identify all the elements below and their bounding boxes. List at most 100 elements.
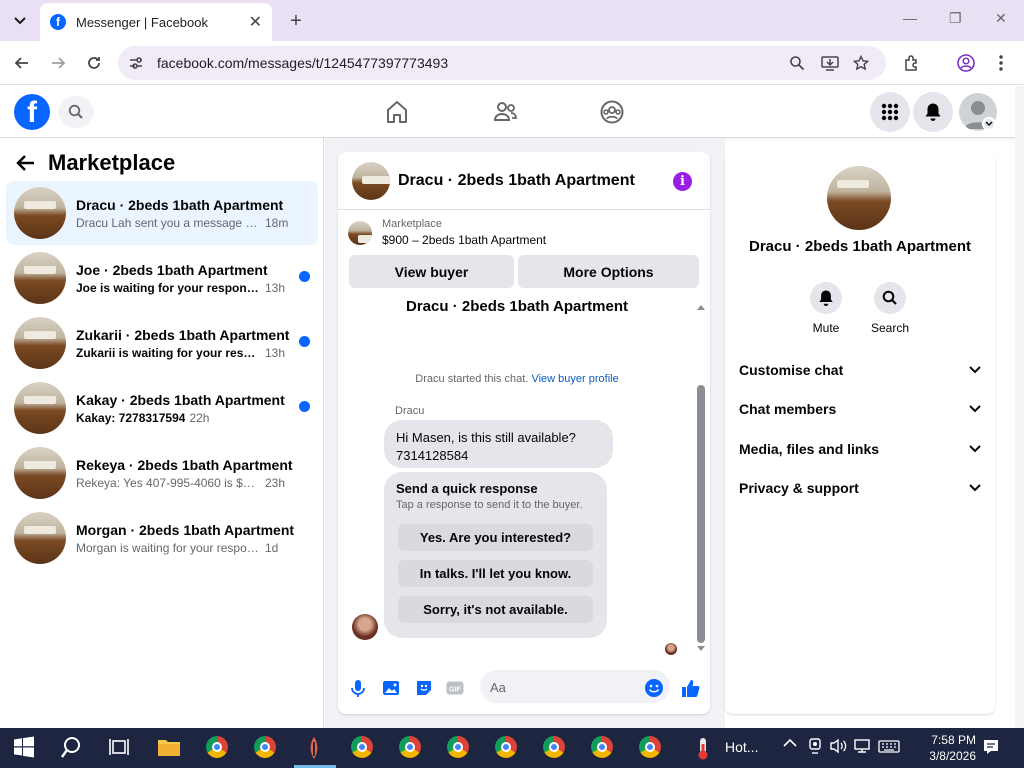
chrome-profile-icon[interactable]: [495, 736, 519, 760]
extensions-icon[interactable]: [903, 54, 921, 72]
quick-response-button[interactable]: Sorry, it's not available.: [398, 596, 593, 623]
chrome-profile-icon[interactable]: [399, 736, 423, 760]
chrome-profile-icon[interactable]: [639, 736, 663, 760]
forward-arrow-icon[interactable]: [47, 52, 69, 74]
close-window-icon[interactable]: ✕: [995, 10, 1007, 27]
notification-center-icon[interactable]: [982, 738, 1000, 756]
privacy-support-section[interactable]: Privacy & support: [739, 480, 981, 496]
weather-text[interactable]: Hot...: [725, 739, 758, 755]
message-input[interactable]: Aa: [480, 670, 670, 703]
conversation-item-rekeya[interactable]: Rekeya · 2beds 1bath Apartment Rekeya: Y…: [6, 441, 318, 505]
conversation-title: Dracu · 2beds 1bath Apartment: [406, 298, 628, 315]
chrome-profile-icon[interactable]: [206, 736, 230, 760]
back-arrow-icon[interactable]: [16, 154, 36, 172]
scroll-up-icon[interactable]: [696, 303, 706, 311]
chrome-profile-icon[interactable]: [351, 736, 375, 760]
app-icon[interactable]: [303, 736, 327, 760]
mute-label: Mute: [812, 321, 840, 335]
sender-name: Dracu: [395, 405, 425, 417]
quick-response-button[interactable]: In talks. I'll let you know.: [398, 560, 593, 587]
chrome-profile-icon[interactable]: [447, 736, 471, 760]
facebook-logo[interactable]: f: [14, 94, 50, 130]
like-thumbs-up-icon[interactable]: [680, 678, 700, 698]
keyboard-icon[interactable]: [878, 738, 900, 754]
page-scrollbar[interactable]: [1015, 86, 1024, 728]
photo-icon[interactable]: [381, 678, 401, 698]
conversation-item-morgan[interactable]: Morgan · 2beds 1bath Apartment Morgan is…: [6, 506, 318, 570]
camera-icon[interactable]: [808, 738, 822, 754]
browser-tab-messenger[interactable]: f Messenger | Facebook ✕: [40, 3, 272, 41]
view-buyer-profile-link[interactable]: View buyer profile: [531, 373, 618, 385]
listing-thumbnail: [14, 317, 66, 369]
conversation-item-joe[interactable]: Joe · 2beds 1bath Apartment Joe is waiti…: [6, 246, 318, 310]
profile-icon[interactable]: [957, 54, 975, 72]
listing-thumbnail: [14, 382, 66, 434]
message-list[interactable]: Dracu · 2beds 1bath Apartment Dracu star…: [338, 298, 710, 658]
file-explorer-icon[interactable]: [157, 736, 181, 760]
menu-grid-button[interactable]: [870, 92, 910, 132]
site-info-icon[interactable]: [128, 55, 144, 71]
listing-source: Marketplace: [382, 218, 442, 230]
quick-response-button[interactable]: Yes. Are you interested?: [398, 524, 593, 551]
minimize-icon[interactable]: —: [903, 10, 917, 26]
show-hidden-icons-chevron-icon[interactable]: [783, 738, 797, 748]
notifications-button[interactable]: [913, 92, 953, 132]
maximize-icon[interactable]: ❐: [949, 10, 962, 27]
chrome-profile-icon[interactable]: [543, 736, 567, 760]
home-icon[interactable]: [384, 99, 410, 125]
thermometer-icon[interactable]: [696, 736, 720, 760]
contact-listing-avatar[interactable]: [827, 166, 891, 230]
facebook-search-button[interactable]: [58, 96, 94, 128]
system-clock[interactable]: 7:58 PM 3/8/2026: [900, 732, 976, 764]
windows-start-icon[interactable]: [13, 736, 37, 760]
friends-icon[interactable]: [492, 99, 518, 125]
message-bubble[interactable]: Hi Masen, is this still available? 73141…: [384, 420, 613, 468]
back-arrow-icon[interactable]: [11, 52, 33, 74]
more-options-button[interactable]: More Options: [518, 255, 699, 288]
bookmark-star-icon[interactable]: [853, 55, 869, 71]
message-line: Hi Masen, is this still available?: [396, 430, 576, 445]
conversation-item-kakay[interactable]: Kakay · 2beds 1bath Apartment Kakay: 727…: [6, 376, 318, 440]
zoom-icon[interactable]: [789, 55, 805, 71]
listing-thumbnail: [14, 187, 66, 239]
gif-icon[interactable]: GIF: [445, 678, 465, 698]
view-buyer-button[interactable]: View buyer: [349, 255, 514, 288]
conversation-name: Joe · 2beds 1bath Apartment: [76, 261, 268, 278]
microphone-icon[interactable]: [348, 678, 368, 698]
reload-icon[interactable]: [83, 52, 105, 74]
listing-summary[interactable]: Marketplace $900 – 2beds 1bath Apartment: [348, 218, 546, 247]
browser-menu-icon[interactable]: [993, 54, 1009, 72]
chat-header[interactable]: Dracu · 2beds 1bath Apartment i: [338, 152, 710, 210]
url-text[interactable]: facebook.com/messages/t/1245477397773493: [157, 55, 448, 71]
scroll-down-icon[interactable]: [696, 645, 706, 653]
chat-scrollbar-thumb[interactable]: [697, 385, 705, 643]
conversation-item-dracu[interactable]: Dracu · 2beds 1bath Apartment Dracu Lah …: [6, 181, 318, 245]
info-icon[interactable]: i: [673, 172, 692, 191]
speaker-icon[interactable]: [829, 738, 847, 754]
search-action[interactable]: Search: [860, 282, 920, 335]
install-app-icon[interactable]: [821, 55, 839, 71]
chrome-profile-icon[interactable]: [254, 736, 278, 760]
groups-icon[interactable]: [599, 99, 625, 125]
mute-action[interactable]: Mute: [796, 282, 856, 335]
chrome-profile-icon[interactable]: [591, 736, 615, 760]
task-view-icon[interactable]: [108, 736, 132, 760]
chat-members-section[interactable]: Chat members: [739, 401, 981, 417]
search-icon[interactable]: [60, 736, 84, 760]
contact-name: Dracu · 2beds 1bath Apartment: [749, 238, 971, 255]
conversation-time: 13h: [265, 345, 286, 360]
emoji-icon[interactable]: [644, 678, 664, 698]
address-bar[interactable]: facebook.com/messages/t/1245477397773493: [118, 46, 886, 80]
conversation-time: 22h: [189, 410, 210, 425]
new-tab-button[interactable]: +: [284, 9, 308, 33]
listing-thumbnail: [14, 252, 66, 304]
conversation-item-zukarii[interactable]: Zukarii · 2beds 1bath Apartment Zukarii …: [6, 311, 318, 375]
account-chevron-icon[interactable]: [982, 117, 996, 131]
tab-list-chevron-icon[interactable]: [6, 9, 34, 33]
media-files-links-section[interactable]: Media, files and links: [739, 441, 981, 457]
sender-avatar[interactable]: [352, 614, 378, 640]
network-icon[interactable]: [853, 738, 871, 754]
close-tab-icon[interactable]: ✕: [249, 12, 262, 32]
customise-chat-section[interactable]: Customise chat: [739, 362, 981, 378]
sticker-icon[interactable]: [414, 678, 434, 698]
